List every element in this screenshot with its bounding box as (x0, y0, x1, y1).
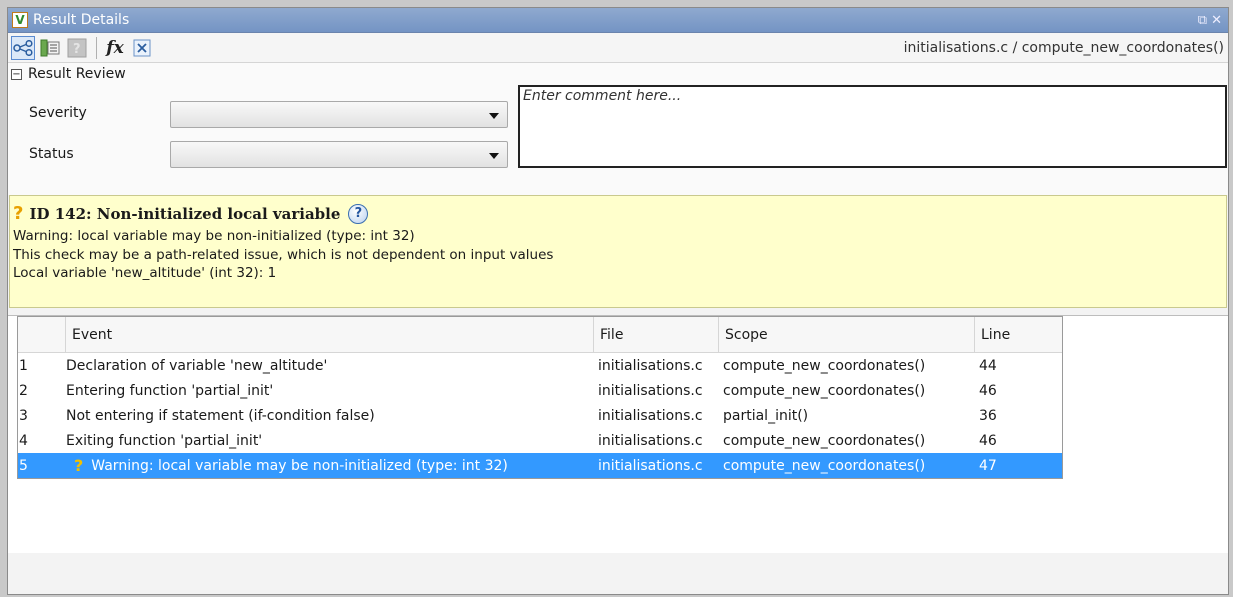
header-num (18, 317, 66, 352)
variable-access-button[interactable] (38, 36, 62, 60)
file-cell: initialisations.c (598, 432, 703, 449)
event-text: Warning: local variable may be non-initi… (91, 457, 508, 474)
chevron-down-icon (489, 153, 499, 159)
variable-access-icon (40, 39, 60, 56)
scope-cell: partial_init() (723, 407, 809, 424)
window-controls: ⧉ ✕ (1198, 13, 1222, 28)
file-cell: initialisations.c (598, 407, 703, 424)
window-title: Result Details (33, 12, 130, 28)
question-disabled-icon: ? (67, 38, 87, 57)
result-message-line: Warning: local variable may be non-initi… (13, 228, 415, 244)
line-cell: 46 (979, 432, 997, 449)
scope-cell: compute_new_coordonates() (723, 382, 926, 399)
result-review-label: Result Review (28, 66, 126, 82)
row-number: 2 (19, 382, 28, 399)
result-title: ID 142: Non-initialized local variable (29, 204, 341, 223)
comment-placeholder: Enter comment here... (523, 88, 682, 104)
event-cell: Exiting function 'partial_init' (66, 432, 263, 449)
toolbar: ? fx initialisations.c / compute_new_coo… (8, 33, 1228, 63)
result-message-line: Local variable 'new_altitude' (int 32): … (13, 265, 277, 281)
scope-cell: compute_new_coordonates() (723, 432, 926, 449)
result-message-line: This check may be a path-related issue, … (13, 246, 554, 263)
severity-dropdown[interactable] (170, 101, 508, 128)
file-cell: initialisations.c (598, 357, 703, 374)
line-cell: 46 (979, 382, 997, 399)
help-icon[interactable]: ? (348, 204, 369, 224)
column-header-event[interactable]: Event (66, 317, 594, 352)
variable-button[interactable] (130, 36, 154, 60)
status-label: Status (29, 146, 74, 162)
table-row[interactable]: 2 Entering function 'partial_init' initi… (18, 378, 1062, 403)
table-row[interactable]: 1 Declaration of variable 'new_altitude'… (18, 353, 1062, 378)
close-icon[interactable]: ✕ (1211, 13, 1222, 28)
call-graph-icon (13, 39, 33, 56)
column-header-file[interactable]: File (594, 317, 719, 352)
file-cell: initialisations.c (598, 382, 703, 399)
column-header-line[interactable]: Line (975, 317, 1062, 352)
event-cell: Not entering if statement (if-condition … (66, 407, 375, 424)
event-cell: Declaration of variable 'new_altitude' (66, 357, 328, 374)
svg-text:?: ? (73, 42, 81, 57)
restore-icon[interactable]: ⧉ (1198, 13, 1207, 28)
row-number: 4 (19, 432, 28, 449)
table-header: Event File Scope Line (18, 317, 1062, 353)
fx-icon: fx (106, 37, 124, 58)
result-details-window: V Result Details ⧉ ✕ ? fx initialisation… (7, 7, 1229, 595)
polyspace-app-icon: V (12, 12, 28, 28)
file-cell: initialisations.c (598, 457, 703, 474)
row-number: 1 (19, 357, 28, 374)
line-cell: 44 (979, 357, 997, 374)
table-row-selected[interactable]: 5 ? Warning: local variable may be non-i… (18, 453, 1062, 478)
line-cell: 47 (979, 457, 997, 474)
table-row[interactable]: 4 Exiting function 'partial_init' initia… (18, 428, 1062, 453)
chevron-down-icon (489, 113, 499, 119)
result-message-box: ? ID 142: Non-initialized local variable… (9, 195, 1227, 308)
scope-cell: compute_new_coordonates() (723, 357, 926, 374)
event-history-panel: Event File Scope Line 1 Declaration of v… (8, 315, 1228, 553)
line-cell: 36 (979, 407, 997, 424)
result-heading: ? ID 142: Non-initialized local variable… (13, 201, 1223, 227)
event-table: Event File Scope Line 1 Declaration of v… (17, 316, 1063, 479)
warning-question-icon: ? (74, 456, 84, 475)
severity-label: Severity (29, 105, 87, 121)
comment-textarea[interactable]: Enter comment here... (518, 85, 1227, 168)
toolbar-separator (96, 36, 97, 59)
orange-question-icon: ? (13, 202, 24, 224)
title-bar: V Result Details ⧉ ✕ (8, 8, 1228, 33)
status-dropdown[interactable] (170, 141, 508, 168)
table-row[interactable]: 3 Not entering if statement (if-conditio… (18, 403, 1062, 428)
call-graph-button[interactable] (11, 35, 35, 60)
x-variable-icon (133, 39, 151, 56)
scope-cell: compute_new_coordonates() (723, 457, 926, 474)
breadcrumb: initialisations.c / compute_new_coordona… (903, 39, 1224, 56)
row-number: 5 (19, 457, 28, 474)
column-header-scope[interactable]: Scope (719, 317, 975, 352)
event-cell: Entering function 'partial_init' (66, 382, 274, 399)
help-disabled-button[interactable]: ? (65, 36, 89, 60)
result-review-header[interactable]: − Result Review (8, 63, 1228, 85)
function-button[interactable]: fx (103, 36, 127, 60)
result-review-panel: Severity Status Enter comment here... (8, 85, 1228, 195)
row-number: 3 (19, 407, 28, 424)
collapse-icon[interactable]: − (11, 68, 22, 80)
event-cell: ? Warning: local variable may be non-ini… (66, 456, 594, 475)
